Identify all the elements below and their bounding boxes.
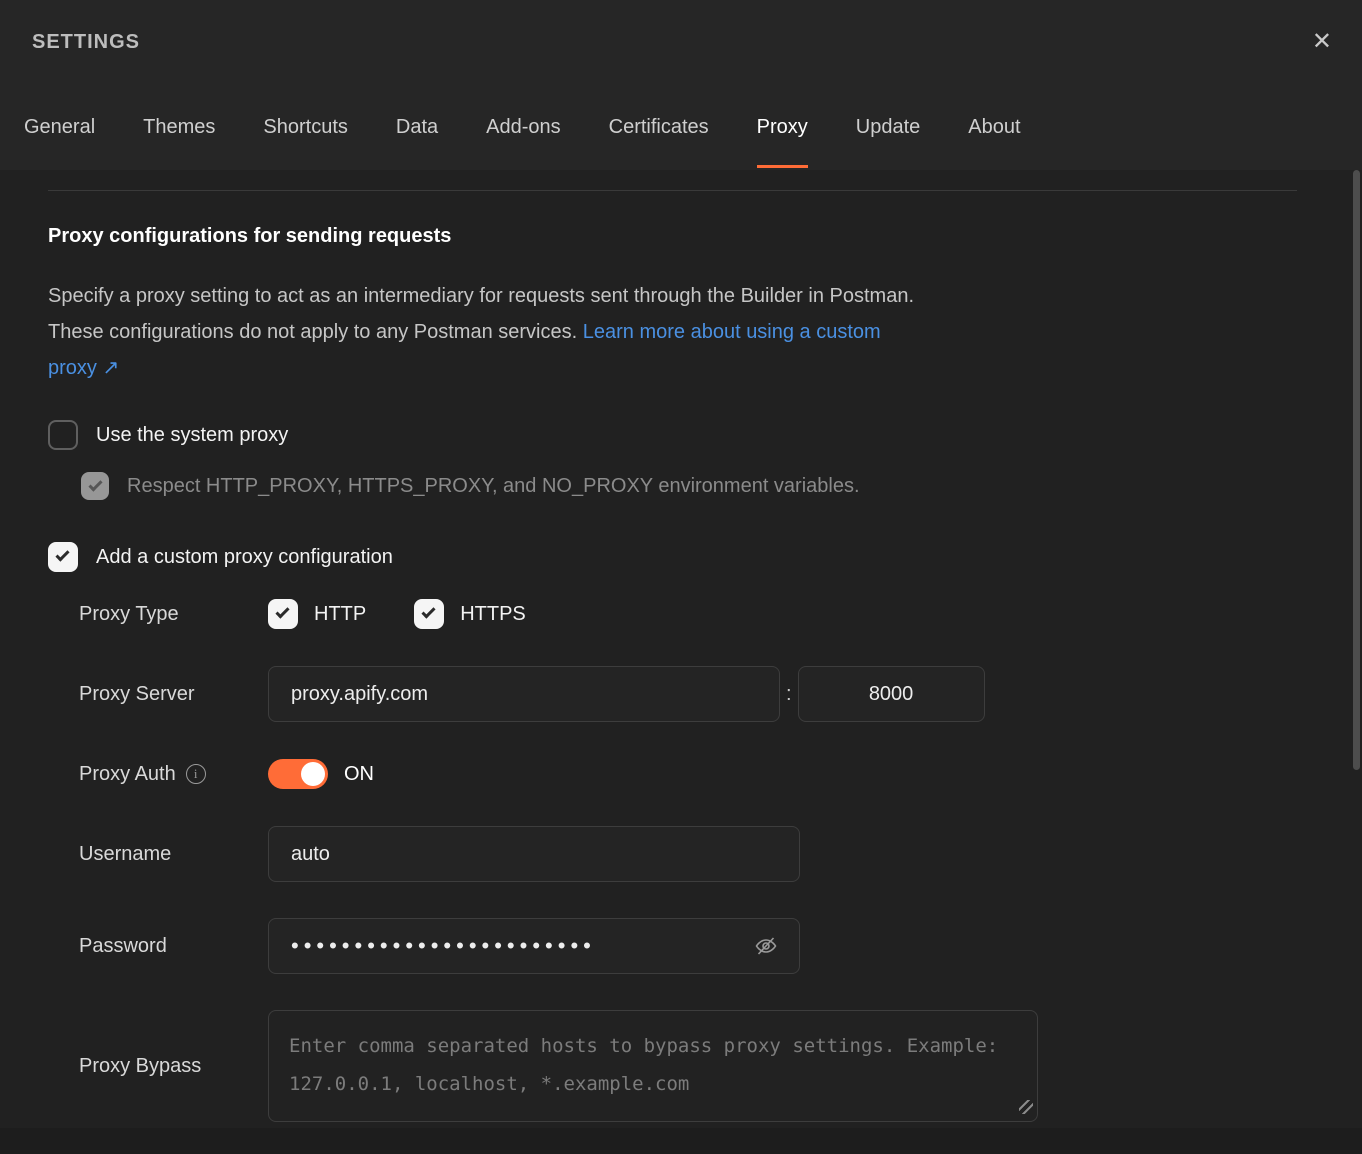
toggle-password-visibility-button[interactable] [752, 932, 780, 960]
username-input[interactable] [268, 826, 800, 882]
proxy-bypass-label: Proxy Bypass [79, 1055, 268, 1078]
proxy-bypass-row: Proxy Bypass [79, 1010, 1314, 1122]
tab-update[interactable]: Update [856, 84, 921, 170]
custom-proxy-form: Proxy Type HTTP HTTPS Proxy Server : [79, 598, 1314, 1122]
proxy-server-label: Proxy Server [79, 683, 268, 706]
check-icon [422, 604, 436, 618]
section-divider [48, 190, 1297, 191]
info-icon[interactable] [186, 764, 206, 784]
respect-env-row: Respect HTTP_PROXY, HTTPS_PROXY, and NO_… [81, 472, 1314, 500]
proxy-auth-label-text: Proxy Auth [79, 763, 176, 786]
proxy-bypass-textarea[interactable] [268, 1010, 1038, 1122]
toggle-knob [301, 762, 325, 786]
tab-addons[interactable]: Add-ons [486, 84, 561, 170]
tab-shortcuts[interactable]: Shortcuts [263, 84, 347, 170]
password-input[interactable] [268, 918, 800, 974]
tab-general[interactable]: General [24, 84, 95, 170]
check-icon [275, 604, 289, 618]
resize-handle[interactable] [1019, 1100, 1033, 1114]
section-title: Proxy configurations for sending request… [48, 225, 1314, 248]
http-checkbox[interactable] [268, 599, 298, 629]
custom-proxy-row: Add a custom proxy configuration [48, 542, 1314, 572]
proxy-auth-row: Proxy Auth ON [79, 758, 1314, 790]
host-port-separator: : [786, 683, 792, 706]
toggle-state-label: ON [344, 763, 374, 786]
page-title: SETTINGS [32, 31, 140, 54]
section-description: Specify a proxy setting to act as an int… [48, 278, 928, 386]
close-icon[interactable]: ✕ [1312, 30, 1332, 54]
tab-certificates[interactable]: Certificates [609, 84, 709, 170]
respect-env-label: Respect HTTP_PROXY, HTTPS_PROXY, and NO_… [127, 475, 860, 498]
password-row: Password [79, 918, 1314, 974]
tab-about[interactable]: About [968, 84, 1020, 170]
system-proxy-label: Use the system proxy [96, 424, 288, 447]
check-icon [55, 547, 69, 561]
https-option: HTTPS [414, 599, 526, 629]
proxy-server-row: Proxy Server : [79, 666, 1314, 722]
scrollbar-thumb[interactable] [1353, 170, 1360, 770]
https-checkbox[interactable] [414, 599, 444, 629]
proxy-auth-label: Proxy Auth [79, 763, 268, 786]
proxy-type-row: Proxy Type HTTP HTTPS [79, 598, 1314, 630]
http-option: HTTP [268, 599, 366, 629]
proxy-type-label: Proxy Type [79, 603, 268, 626]
http-label: HTTP [314, 603, 366, 626]
tab-data[interactable]: Data [396, 84, 438, 170]
system-proxy-row: Use the system proxy [48, 420, 1314, 450]
respect-env-checkbox[interactable] [81, 472, 109, 500]
check-icon [88, 477, 102, 491]
settings-header: SETTINGS ✕ [0, 0, 1362, 84]
username-row: Username [79, 826, 1314, 882]
window-bottom-edge [0, 1128, 1362, 1154]
https-label: HTTPS [460, 603, 526, 626]
proxy-port-input[interactable] [798, 666, 985, 722]
tab-proxy[interactable]: Proxy [757, 84, 808, 170]
settings-tabbar: General Themes Shortcuts Data Add-ons Ce… [0, 84, 1362, 170]
proxy-host-input[interactable] [268, 666, 780, 722]
password-label: Password [79, 935, 268, 958]
tab-themes[interactable]: Themes [143, 84, 215, 170]
custom-proxy-checkbox[interactable] [48, 542, 78, 572]
proxy-auth-toggle[interactable] [268, 759, 328, 789]
system-proxy-checkbox[interactable] [48, 420, 78, 450]
proxy-settings-panel: Proxy configurations for sending request… [0, 190, 1362, 1122]
custom-proxy-label: Add a custom proxy configuration [96, 546, 393, 569]
eye-off-icon [753, 934, 779, 958]
username-label: Username [79, 843, 268, 866]
